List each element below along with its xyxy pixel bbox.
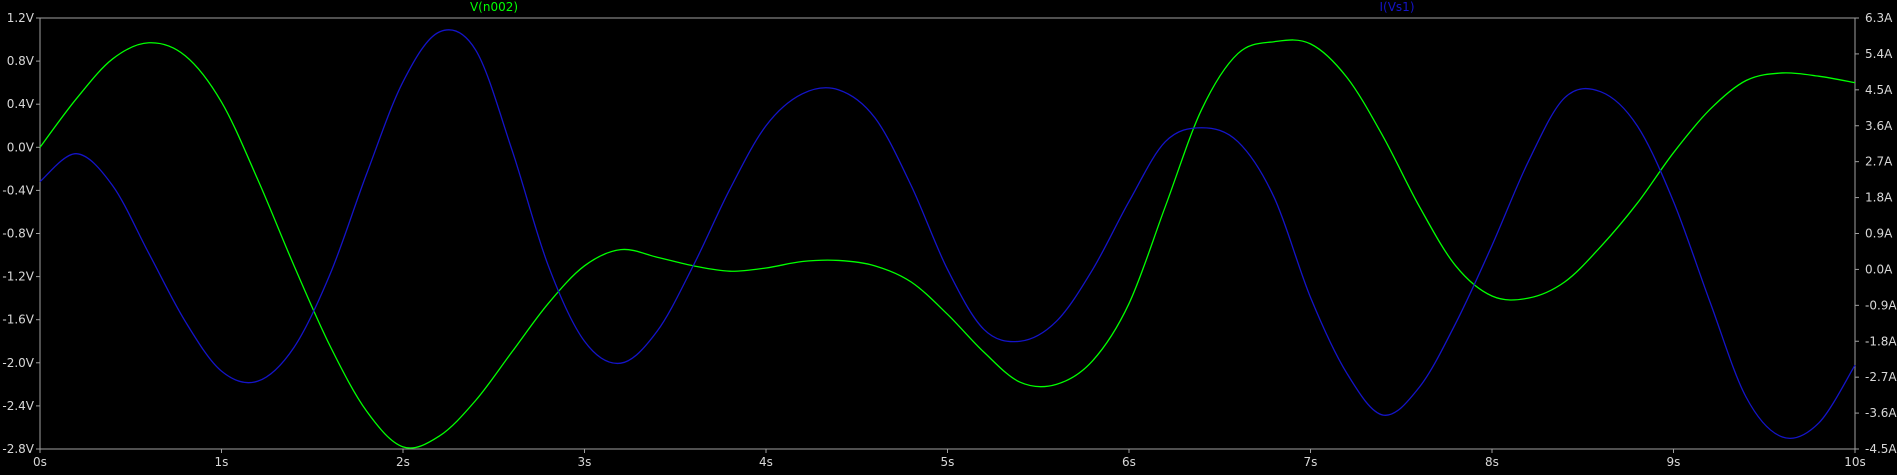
- y-right-tick-label: -0.9A: [1865, 298, 1897, 312]
- y-right-tick-label: 3.6A: [1865, 119, 1893, 133]
- x-tick-label: 7s: [1304, 455, 1318, 469]
- y-left-tick-label: -0.4V: [2, 183, 34, 197]
- y-right-tick-label: 2.7A: [1865, 155, 1893, 169]
- x-tick-label: 0s: [33, 455, 47, 469]
- y-right-tick-label: -4.5A: [1865, 442, 1897, 456]
- y-left-tick-label: 1.2V: [7, 11, 35, 25]
- y-left-tick-label: -1.6V: [2, 313, 34, 327]
- y-right-tick-label: -1.8A: [1865, 334, 1897, 348]
- x-tick-label: 8s: [1485, 455, 1499, 469]
- y-right-tick-label: 4.5A: [1865, 83, 1893, 97]
- x-tick-label: 1s: [215, 455, 229, 469]
- y-left-tick-label: 0.0V: [7, 140, 35, 154]
- y-left-tick-label: 0.4V: [7, 97, 35, 111]
- y-right-tick-label: -2.7A: [1865, 370, 1897, 384]
- y-left-tick-label: 0.8V: [7, 54, 35, 68]
- y-right-tick-label: 0.0A: [1865, 262, 1893, 276]
- y-left-tick-label: -1.2V: [2, 270, 34, 284]
- y-right-tick-label: 5.4A: [1865, 47, 1893, 61]
- y-left-tick-label: -2.8V: [2, 442, 34, 456]
- x-tick-label: 4s: [759, 455, 773, 469]
- y-left-tick-label: -2.0V: [2, 356, 34, 370]
- waveform-plot: 0s 1s 2s 3s 4s 5s 6s 7s 8s 9s 10s 1.2V 0.8V 0.4V 0.0V…: [0, 0, 1897, 475]
- x-tick-label: 5s: [941, 455, 955, 469]
- x-tick-label: 10s: [1844, 455, 1866, 469]
- y-right-tick-label: 6.3A: [1865, 11, 1893, 25]
- y-right-tick-label: 1.8A: [1865, 191, 1893, 205]
- y-right-tick-label: 0.9A: [1865, 227, 1893, 241]
- x-tick-label: 9s: [1667, 455, 1681, 469]
- x-tick-label: 2s: [396, 455, 410, 469]
- x-tick-label: 3s: [578, 455, 592, 469]
- y-right-tick-label: -3.6A: [1865, 406, 1897, 420]
- x-tick-label: 6s: [1122, 455, 1136, 469]
- series-label-i-vs1[interactable]: I(Vs1): [1380, 0, 1415, 14]
- y-left-tick-label: -2.4V: [2, 399, 34, 413]
- plot-background: [0, 0, 1897, 475]
- series-label-v-n002[interactable]: V(n002): [470, 0, 518, 14]
- y-left-tick-label: -0.8V: [2, 227, 34, 241]
